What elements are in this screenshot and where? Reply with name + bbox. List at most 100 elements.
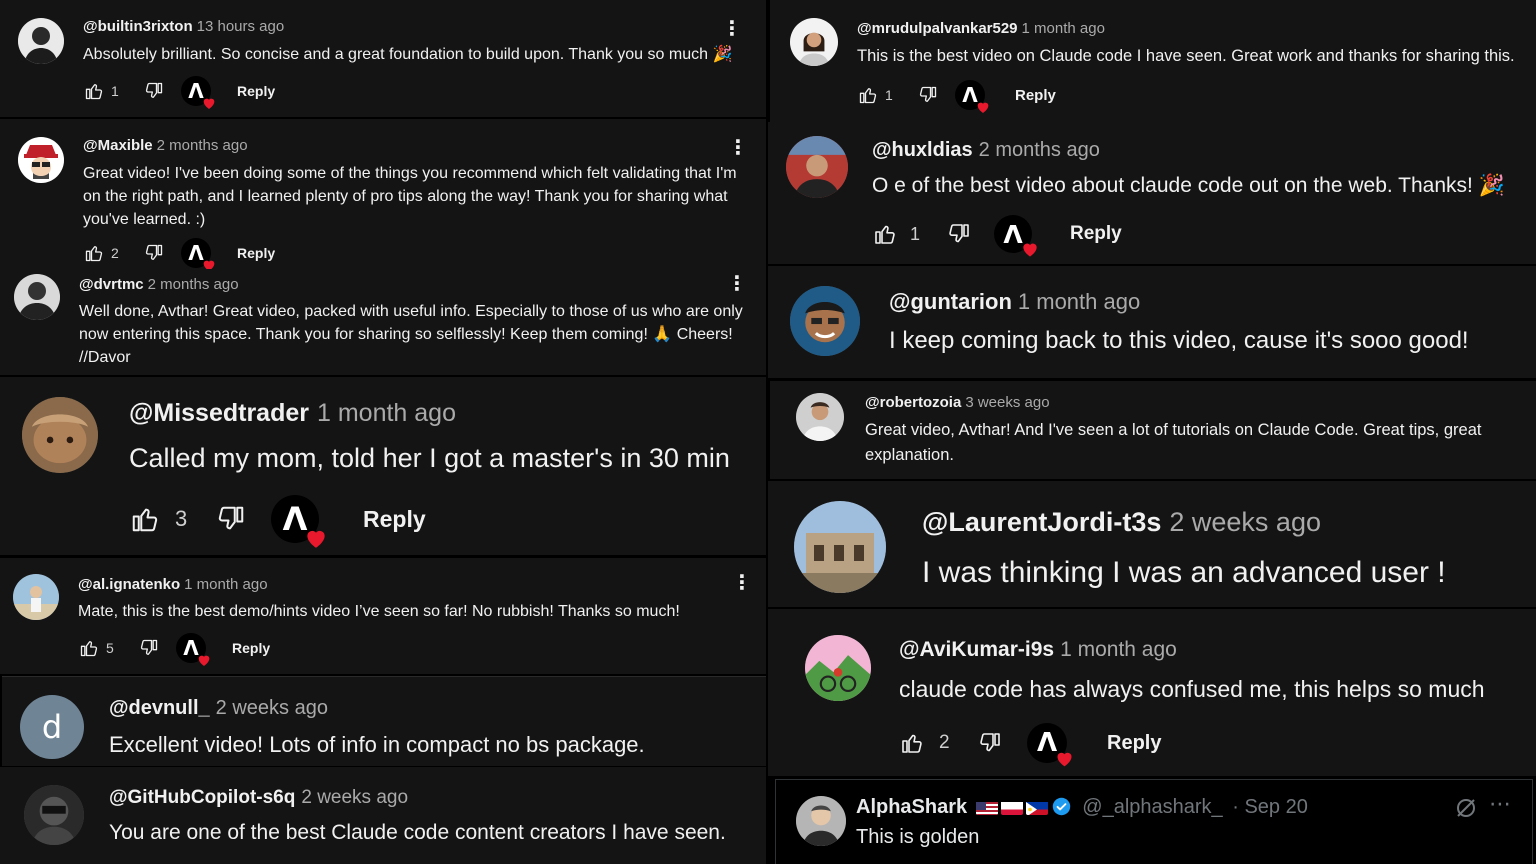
comment-meta: @mrudulpalvankar529 1 month ago bbox=[857, 20, 1105, 37]
comment-text: claude code has always confused me, this… bbox=[899, 676, 1485, 702]
comment-text: This is the best video on Claude code I … bbox=[857, 47, 1515, 65]
comment-author[interactable]: @mrudulpalvankar529 bbox=[857, 20, 1018, 37]
tweet-date[interactable]: · Sep 20 bbox=[1232, 796, 1308, 818]
thumbs-up-icon[interactable] bbox=[83, 80, 105, 102]
creator-heart-badge: Ʌ bbox=[1027, 723, 1067, 763]
comment-text: Absolutely brilliant. So concise and a g… bbox=[83, 46, 733, 63]
comment-author[interactable]: @devnull_ bbox=[109, 697, 210, 719]
comment-actions: 2 Ʌ Reply bbox=[83, 237, 275, 269]
comment-author[interactable]: @LaurentJordi-t3s bbox=[922, 507, 1161, 537]
more-options-icon[interactable]: ⋮ bbox=[732, 572, 752, 594]
comment-time[interactable]: 1 month ago bbox=[1060, 638, 1177, 661]
comment-card: @builtin3rixton 13 hours ago ⋮ Absolutely… bbox=[0, 0, 766, 117]
avatar[interactable] bbox=[794, 501, 886, 593]
more-options-icon[interactable]: ⋯ bbox=[1488, 792, 1512, 816]
thumbs-down-icon[interactable] bbox=[143, 80, 165, 102]
comment-author[interactable]: @al.ignatenko bbox=[78, 576, 180, 593]
verified-badge-icon bbox=[1052, 797, 1071, 816]
avatar[interactable]: d bbox=[20, 695, 84, 759]
thumbs-up-icon[interactable] bbox=[872, 221, 898, 247]
reply-button[interactable]: Reply bbox=[1070, 223, 1122, 245]
thumbs-down-icon[interactable] bbox=[138, 637, 160, 659]
comment-card: @mrudulpalvankar529 1 month ago This is t… bbox=[770, 0, 1536, 122]
comment-time[interactable]: 1 month ago bbox=[1022, 20, 1105, 37]
avatar[interactable] bbox=[13, 574, 59, 620]
more-options-icon[interactable]: ⋮ bbox=[728, 137, 748, 159]
comment-time[interactable]: 2 months ago bbox=[148, 276, 239, 293]
reply-button[interactable]: Reply bbox=[237, 83, 275, 99]
avatar[interactable] bbox=[796, 796, 846, 846]
reply-button[interactable]: Reply bbox=[1107, 732, 1161, 755]
reply-button[interactable]: Reply bbox=[1015, 87, 1056, 104]
comment-time[interactable]: 2 months ago bbox=[157, 137, 248, 154]
creator-heart-badge: Ʌ bbox=[181, 238, 211, 268]
comment-actions: 1 Ʌ Reply bbox=[857, 79, 1056, 111]
thumbs-up-icon[interactable] bbox=[78, 637, 100, 659]
comment-time[interactable]: 2 weeks ago bbox=[216, 697, 328, 719]
avatar[interactable] bbox=[786, 136, 848, 198]
tweet-handle[interactable]: @_alphashark_ bbox=[1082, 796, 1222, 818]
comment-author[interactable]: @guntarion bbox=[889, 289, 1012, 314]
avatar[interactable] bbox=[14, 274, 60, 320]
thumbs-down-icon[interactable] bbox=[977, 730, 1003, 756]
comment-author[interactable]: @GitHubCopilot-s6q bbox=[109, 787, 295, 808]
thumbs-down-icon[interactable] bbox=[143, 242, 165, 264]
comment-meta: @guntarion 1 month ago bbox=[889, 289, 1140, 315]
avatar[interactable] bbox=[790, 286, 860, 356]
like-count: 5 bbox=[106, 640, 114, 656]
comment-meta: @devnull_ 2 weeks ago bbox=[109, 697, 328, 720]
comment-time[interactable]: 1 month ago bbox=[184, 576, 267, 593]
thumbs-down-icon[interactable] bbox=[215, 503, 247, 535]
avatar[interactable] bbox=[18, 137, 64, 183]
thumbs-up-icon[interactable] bbox=[129, 503, 161, 535]
comment-author[interactable]: @dvrtmc bbox=[79, 276, 144, 293]
comment-text: O e of the best video about claude code … bbox=[872, 174, 1505, 197]
like-count: 1 bbox=[885, 87, 893, 103]
reply-button[interactable]: Reply bbox=[232, 640, 270, 656]
comment-time[interactable]: 13 hours ago bbox=[197, 18, 285, 35]
more-options-icon[interactable]: ⋮ bbox=[722, 18, 742, 40]
comment-time[interactable]: 2 weeks ago bbox=[301, 787, 408, 808]
avatar[interactable] bbox=[18, 18, 64, 64]
tweet-author-name[interactable]: AlphaShark bbox=[856, 796, 967, 818]
comment-card: @huxldias 2 months ago O e of the best vi… bbox=[768, 122, 1536, 264]
comment-card: d @devnull_ 2 weeks ago Excellent video! … bbox=[2, 676, 766, 766]
avatar-letter: d bbox=[41, 708, 63, 746]
comment-time[interactable]: 3 weeks ago bbox=[965, 394, 1049, 411]
comment-author[interactable]: @Maxible bbox=[83, 137, 153, 154]
comment-time[interactable]: 1 month ago bbox=[1018, 289, 1140, 314]
grok-icon[interactable] bbox=[1454, 796, 1478, 820]
thumbs-down-icon[interactable] bbox=[917, 84, 939, 106]
comment-text: Great video! I've been doing some of the… bbox=[83, 165, 737, 228]
comment-time[interactable]: 1 month ago bbox=[317, 399, 456, 427]
reply-button[interactable]: Reply bbox=[363, 506, 426, 533]
comment-text: Excellent video! Lots of info in compact… bbox=[109, 732, 645, 757]
comment-card: @al.ignatenko 1 month ago ⋮ Mate, this is… bbox=[0, 558, 766, 674]
comment-meta: @Maxible 2 months ago bbox=[83, 137, 248, 154]
avatar[interactable] bbox=[805, 635, 871, 701]
comment-card: @AviKumar-i9s 1 month ago claude code has… bbox=[768, 609, 1536, 776]
comment-meta: @dvrtmc 2 months ago bbox=[79, 276, 239, 293]
comment-time[interactable]: 2 months ago bbox=[979, 139, 1100, 161]
comment-time[interactable]: 2 weeks ago bbox=[1169, 507, 1321, 537]
thumbs-up-icon[interactable] bbox=[857, 84, 879, 106]
avatar[interactable] bbox=[796, 393, 844, 441]
comment-author[interactable]: @builtin3rixton bbox=[83, 18, 193, 35]
thumbs-up-icon[interactable] bbox=[899, 730, 925, 756]
avatar[interactable] bbox=[22, 397, 98, 473]
avatar[interactable] bbox=[24, 785, 84, 845]
comment-author[interactable]: @huxldias bbox=[872, 139, 973, 161]
comment-text: Called my mom, told her I got a master's… bbox=[129, 443, 730, 473]
thumbs-up-icon[interactable] bbox=[83, 242, 105, 264]
comment-author[interactable]: @AviKumar-i9s bbox=[899, 638, 1054, 661]
comment-meta: @al.ignatenko 1 month ago bbox=[78, 576, 268, 593]
comment-author[interactable]: @robertozoia bbox=[865, 394, 961, 411]
us-flag-icon bbox=[975, 800, 998, 815]
reply-button[interactable]: Reply bbox=[237, 245, 275, 261]
more-options-icon[interactable]: ⋮ bbox=[727, 273, 747, 295]
comment-author[interactable]: @Missedtrader bbox=[129, 399, 309, 427]
comment-actions: 1 Ʌ Reply bbox=[872, 214, 1122, 254]
creator-heart-badge: Ʌ bbox=[271, 495, 319, 543]
thumbs-down-icon[interactable] bbox=[946, 221, 972, 247]
avatar[interactable] bbox=[790, 18, 838, 66]
